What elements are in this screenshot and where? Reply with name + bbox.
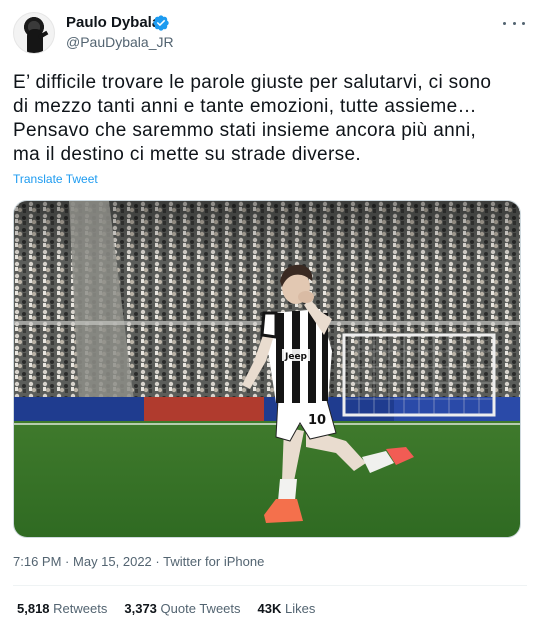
tweet-text-line: di mezzo tanti anni e tante emozioni, tu… [13,96,477,117]
avatar[interactable] [13,12,55,54]
more-icon[interactable] [503,14,525,32]
tweet-text: E’ difficile trovare le parole giuste pe… [13,71,529,167]
tweet-photo[interactable]: 10 Jeep [13,200,521,538]
stat-count: 43K [257,601,282,616]
more-dot [503,21,506,25]
divider [13,585,527,586]
stat-label: Quote Tweets [160,601,241,616]
stat-count: 5,818 [17,601,50,616]
shorts-number: 10 [308,413,326,428]
meta-separator: · [155,554,160,569]
stat-quote-tweets[interactable]: 3,373 Quote Tweets [124,601,240,616]
stat-retweets[interactable]: 5,818 Retweets [17,601,107,616]
tweet-stats: 5,818 Retweets 3,373 Quote Tweets 43K Li… [17,601,332,616]
tweet-time[interactable]: 7:16 PM [13,554,61,569]
more-dot [512,21,516,25]
stat-label: Likes [285,601,316,616]
verified-badge-icon [153,15,169,31]
tweet-source[interactable]: Twitter for iPhone [163,554,264,569]
tweet-date[interactable]: May 15, 2022 [73,554,152,569]
tweet-text-line: ma il destino ci mette su strade diverse… [13,144,362,165]
author-handle[interactable]: @PauDybala_JR [66,34,174,50]
stat-likes[interactable]: 43K Likes [258,601,316,616]
tweet-text-line: E’ difficile trovare le parole giuste pe… [13,72,492,93]
more-dot [522,21,525,25]
author-name[interactable]: Paulo Dybala [66,14,160,31]
tweet-text-line: Pensavo che saremmo stati insieme ancora… [13,120,477,141]
stat-label: Retweets [53,601,108,616]
translate-tweet-link[interactable]: Translate Tweet [13,172,98,186]
meta-separator: · [65,554,70,569]
shirt-sponsor: Jeep [284,352,308,362]
photo-scene: 10 Jeep [14,201,520,537]
stat-count: 3,373 [124,601,157,616]
tweet-timestamp: 7:16 PM · May 15, 2022 · Twitter for iPh… [13,554,264,569]
tweet-card: Paulo Dybala @PauDybala_JR E’ difficile … [0,0,539,627]
